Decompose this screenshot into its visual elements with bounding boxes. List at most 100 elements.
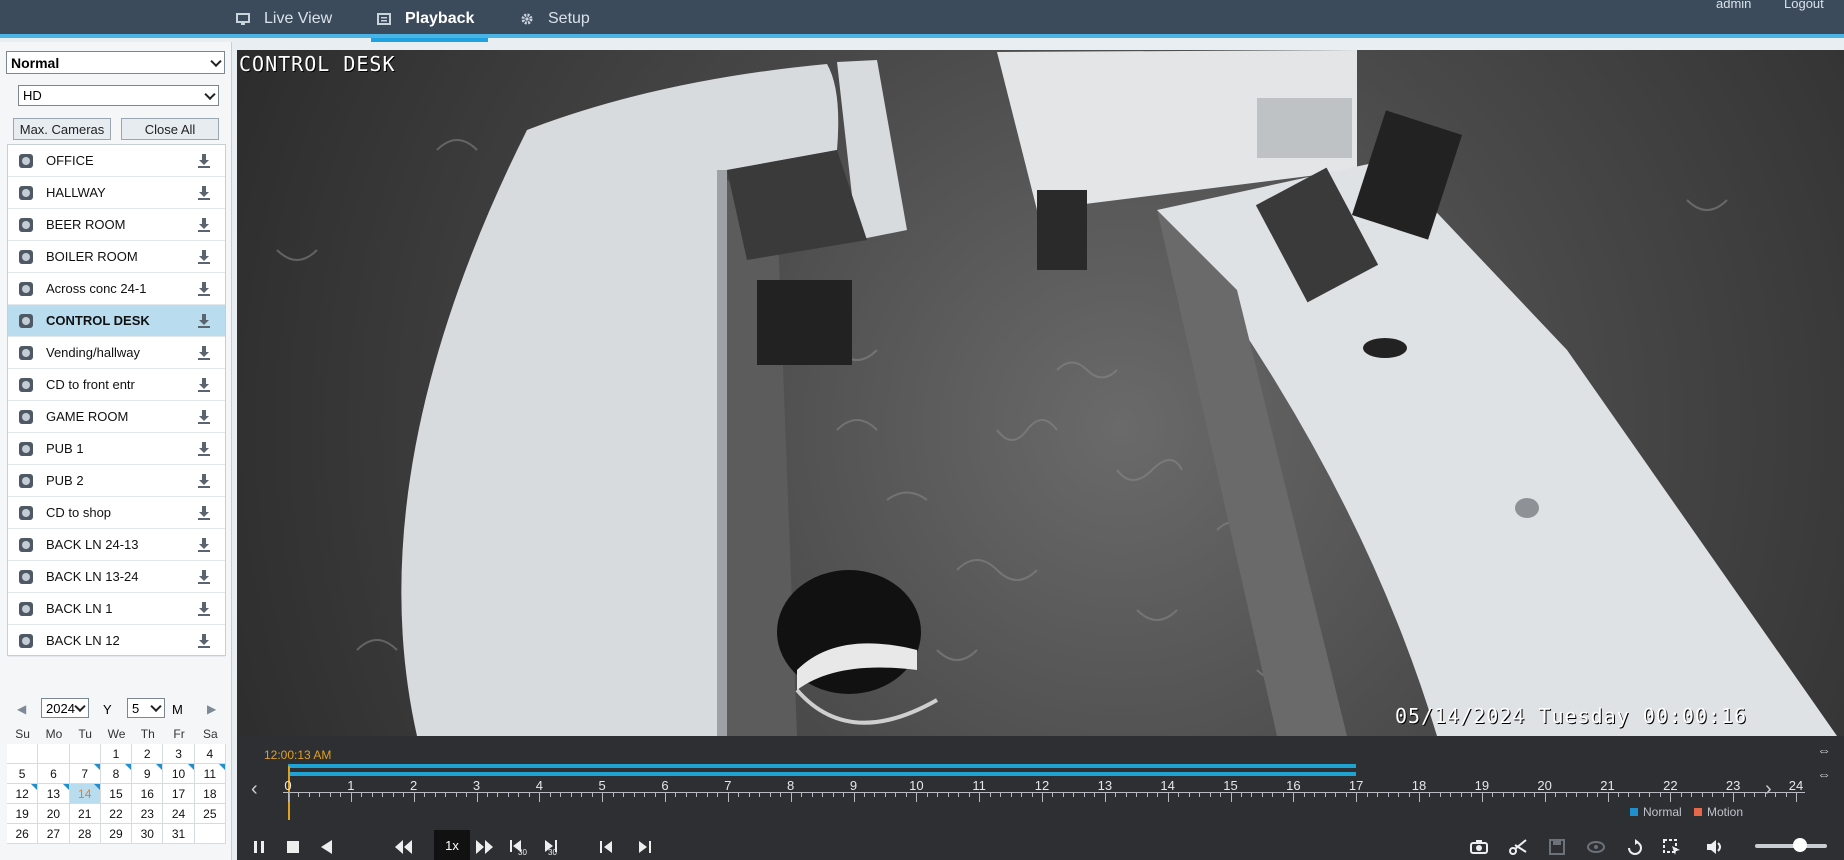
camera-list-item[interactable]: Vending/hallway <box>8 337 225 369</box>
camera-list-item[interactable]: BACK LN 24-13 <box>8 529 225 561</box>
reverse-button[interactable] <box>317 836 337 858</box>
video-viewport[interactable]: CONTROL DESK 05/14/2024 Tuesday 00:00:16 <box>237 50 1844 736</box>
calendar-day[interactable]: 7 <box>69 764 101 784</box>
calendar-day[interactable]: 18 <box>194 784 226 804</box>
download-icon[interactable] <box>197 634 211 648</box>
camera-list-item[interactable]: BACK LN 12 <box>8 625 225 657</box>
download-icon[interactable] <box>197 538 211 552</box>
camera-list-item[interactable]: OFFICE <box>8 145 225 177</box>
calendar-day[interactable]: 25 <box>194 804 226 824</box>
camera-list-item[interactable]: BOILER ROOM <box>8 241 225 273</box>
download-icon[interactable] <box>197 442 211 456</box>
stop-button[interactable] <box>283 836 303 858</box>
month-select[interactable]: 5 <box>127 698 165 718</box>
download-icon[interactable] <box>197 314 211 328</box>
nav-setup[interactable]: Setup <box>520 0 590 38</box>
calendar-day[interactable]: 23 <box>132 804 164 824</box>
calendar-day[interactable]: 19 <box>7 804 39 824</box>
skip-back-30-button[interactable]: 30 <box>507 836 531 858</box>
prev-month-icon[interactable]: ◀ <box>17 702 26 716</box>
calendar-day[interactable]: 17 <box>163 784 195 804</box>
calendar-day[interactable]: 24 <box>163 804 195 824</box>
calendar-day[interactable]: 29 <box>100 824 133 844</box>
camera-list-item[interactable]: HALLWAY <box>8 177 225 209</box>
calendar-day[interactable]: 28 <box>69 824 101 844</box>
camera-list-item[interactable]: CD to shop <box>8 497 225 529</box>
timeline-prev-icon[interactable]: ‹ <box>251 778 258 801</box>
slow-button[interactable] <box>392 836 416 858</box>
prev-frame-button[interactable] <box>596 836 616 858</box>
calendar-day[interactable]: 10 <box>163 764 195 784</box>
camera-list-item[interactable]: BEER ROOM <box>8 209 225 241</box>
calendar-day[interactable]: 2 <box>132 744 164 764</box>
calendar-day[interactable]: 12 <box>7 784 39 804</box>
rotate-button[interactable] <box>1624 836 1646 858</box>
calendar-day[interactable]: 22 <box>100 804 133 824</box>
calendar-day[interactable]: 31 <box>163 824 195 844</box>
calendar-day[interactable]: 13 <box>38 784 70 804</box>
calendar-day[interactable]: 21 <box>69 804 101 824</box>
download-icon[interactable] <box>197 154 211 168</box>
pause-button[interactable] <box>249 836 269 858</box>
download-icon[interactable] <box>197 602 211 616</box>
calendar-day[interactable]: 20 <box>38 804 70 824</box>
snapshot-button[interactable] <box>1468 836 1490 858</box>
download-icon[interactable] <box>197 506 211 520</box>
nav-live-view[interactable]: Live View <box>236 0 332 38</box>
fast-button[interactable] <box>473 836 497 858</box>
next-frame-button[interactable] <box>635 836 655 858</box>
calendar-day[interactable]: 3 <box>163 744 195 764</box>
year-select[interactable]: 2024 <box>41 698 89 718</box>
camera-list-item[interactable]: Across conc 24-1 <box>8 273 225 305</box>
download-icon[interactable] <box>197 218 211 232</box>
calendar-day[interactable]: 15 <box>100 784 133 804</box>
nav-playback[interactable]: Playback <box>370 0 489 42</box>
camera-list-item[interactable]: BACK LN 13-24 <box>8 561 225 593</box>
mode-select[interactable]: Normal <box>6 51 225 74</box>
download-icon[interactable] <box>197 378 211 392</box>
camera-list-item[interactable]: PUB 1 <box>8 433 225 465</box>
save-button[interactable] <box>1546 836 1568 858</box>
calendar-day[interactable]: 9 <box>132 764 164 784</box>
calendar-day[interactable]: 16 <box>132 784 164 804</box>
recording-bar-normal[interactable] <box>288 764 1357 768</box>
camera-list-item[interactable]: CONTROL DESK <box>8 305 225 337</box>
next-month-icon[interactable]: ▶ <box>207 702 216 716</box>
download-icon[interactable] <box>197 570 211 584</box>
logout-link[interactable]: Logout <box>1784 0 1824 11</box>
clip-button[interactable] <box>1507 836 1529 858</box>
calendar-day[interactable]: 11 <box>194 764 226 784</box>
download-icon[interactable] <box>197 346 211 360</box>
camera-list-item[interactable]: BACK LN 1 <box>8 593 225 625</box>
camera-list-item[interactable]: CD to front entr <box>8 369 225 401</box>
calendar-day[interactable]: 4 <box>194 744 226 764</box>
download-icon[interactable] <box>197 410 211 424</box>
calendar-day[interactable]: 5 <box>7 764 39 784</box>
download-icon[interactable] <box>197 474 211 488</box>
volume-slider-track[interactable] <box>1755 844 1827 848</box>
timeline-next-icon[interactable]: › <box>1765 778 1772 801</box>
download-icon[interactable] <box>197 282 211 296</box>
skip-forward-30-button[interactable]: 30 <box>541 836 565 858</box>
zoom-out-icon[interactable]: ⇔ <box>1817 766 1831 782</box>
calendar-day[interactable]: 6 <box>38 764 70 784</box>
calendar-day[interactable]: 14 <box>69 784 101 804</box>
calendar-day[interactable]: 8 <box>100 764 133 784</box>
max-cameras-button[interactable]: Max. Cameras <box>13 118 111 140</box>
calendar-day[interactable]: 27 <box>38 824 70 844</box>
camera-list-item[interactable]: PUB 2 <box>8 465 225 497</box>
download-icon[interactable] <box>197 186 211 200</box>
download-icon[interactable] <box>197 250 211 264</box>
calendar-day[interactable]: 30 <box>132 824 164 844</box>
calendar-day[interactable]: 26 <box>7 824 39 844</box>
camera-list-item[interactable]: GAME ROOM <box>8 401 225 433</box>
stream-quality-select[interactable]: HD <box>18 85 219 106</box>
region-zoom-button[interactable] <box>1661 836 1683 858</box>
calendar-day[interactable]: 1 <box>100 744 133 764</box>
close-all-button[interactable]: Close All <box>121 118 219 140</box>
volume-button[interactable] <box>1704 836 1726 858</box>
digital-zoom-button[interactable] <box>1585 836 1607 858</box>
recording-bar-motion[interactable] <box>288 772 1357 776</box>
zoom-in-icon[interactable]: ⇔ <box>1817 742 1831 758</box>
volume-slider-knob[interactable] <box>1793 838 1807 852</box>
